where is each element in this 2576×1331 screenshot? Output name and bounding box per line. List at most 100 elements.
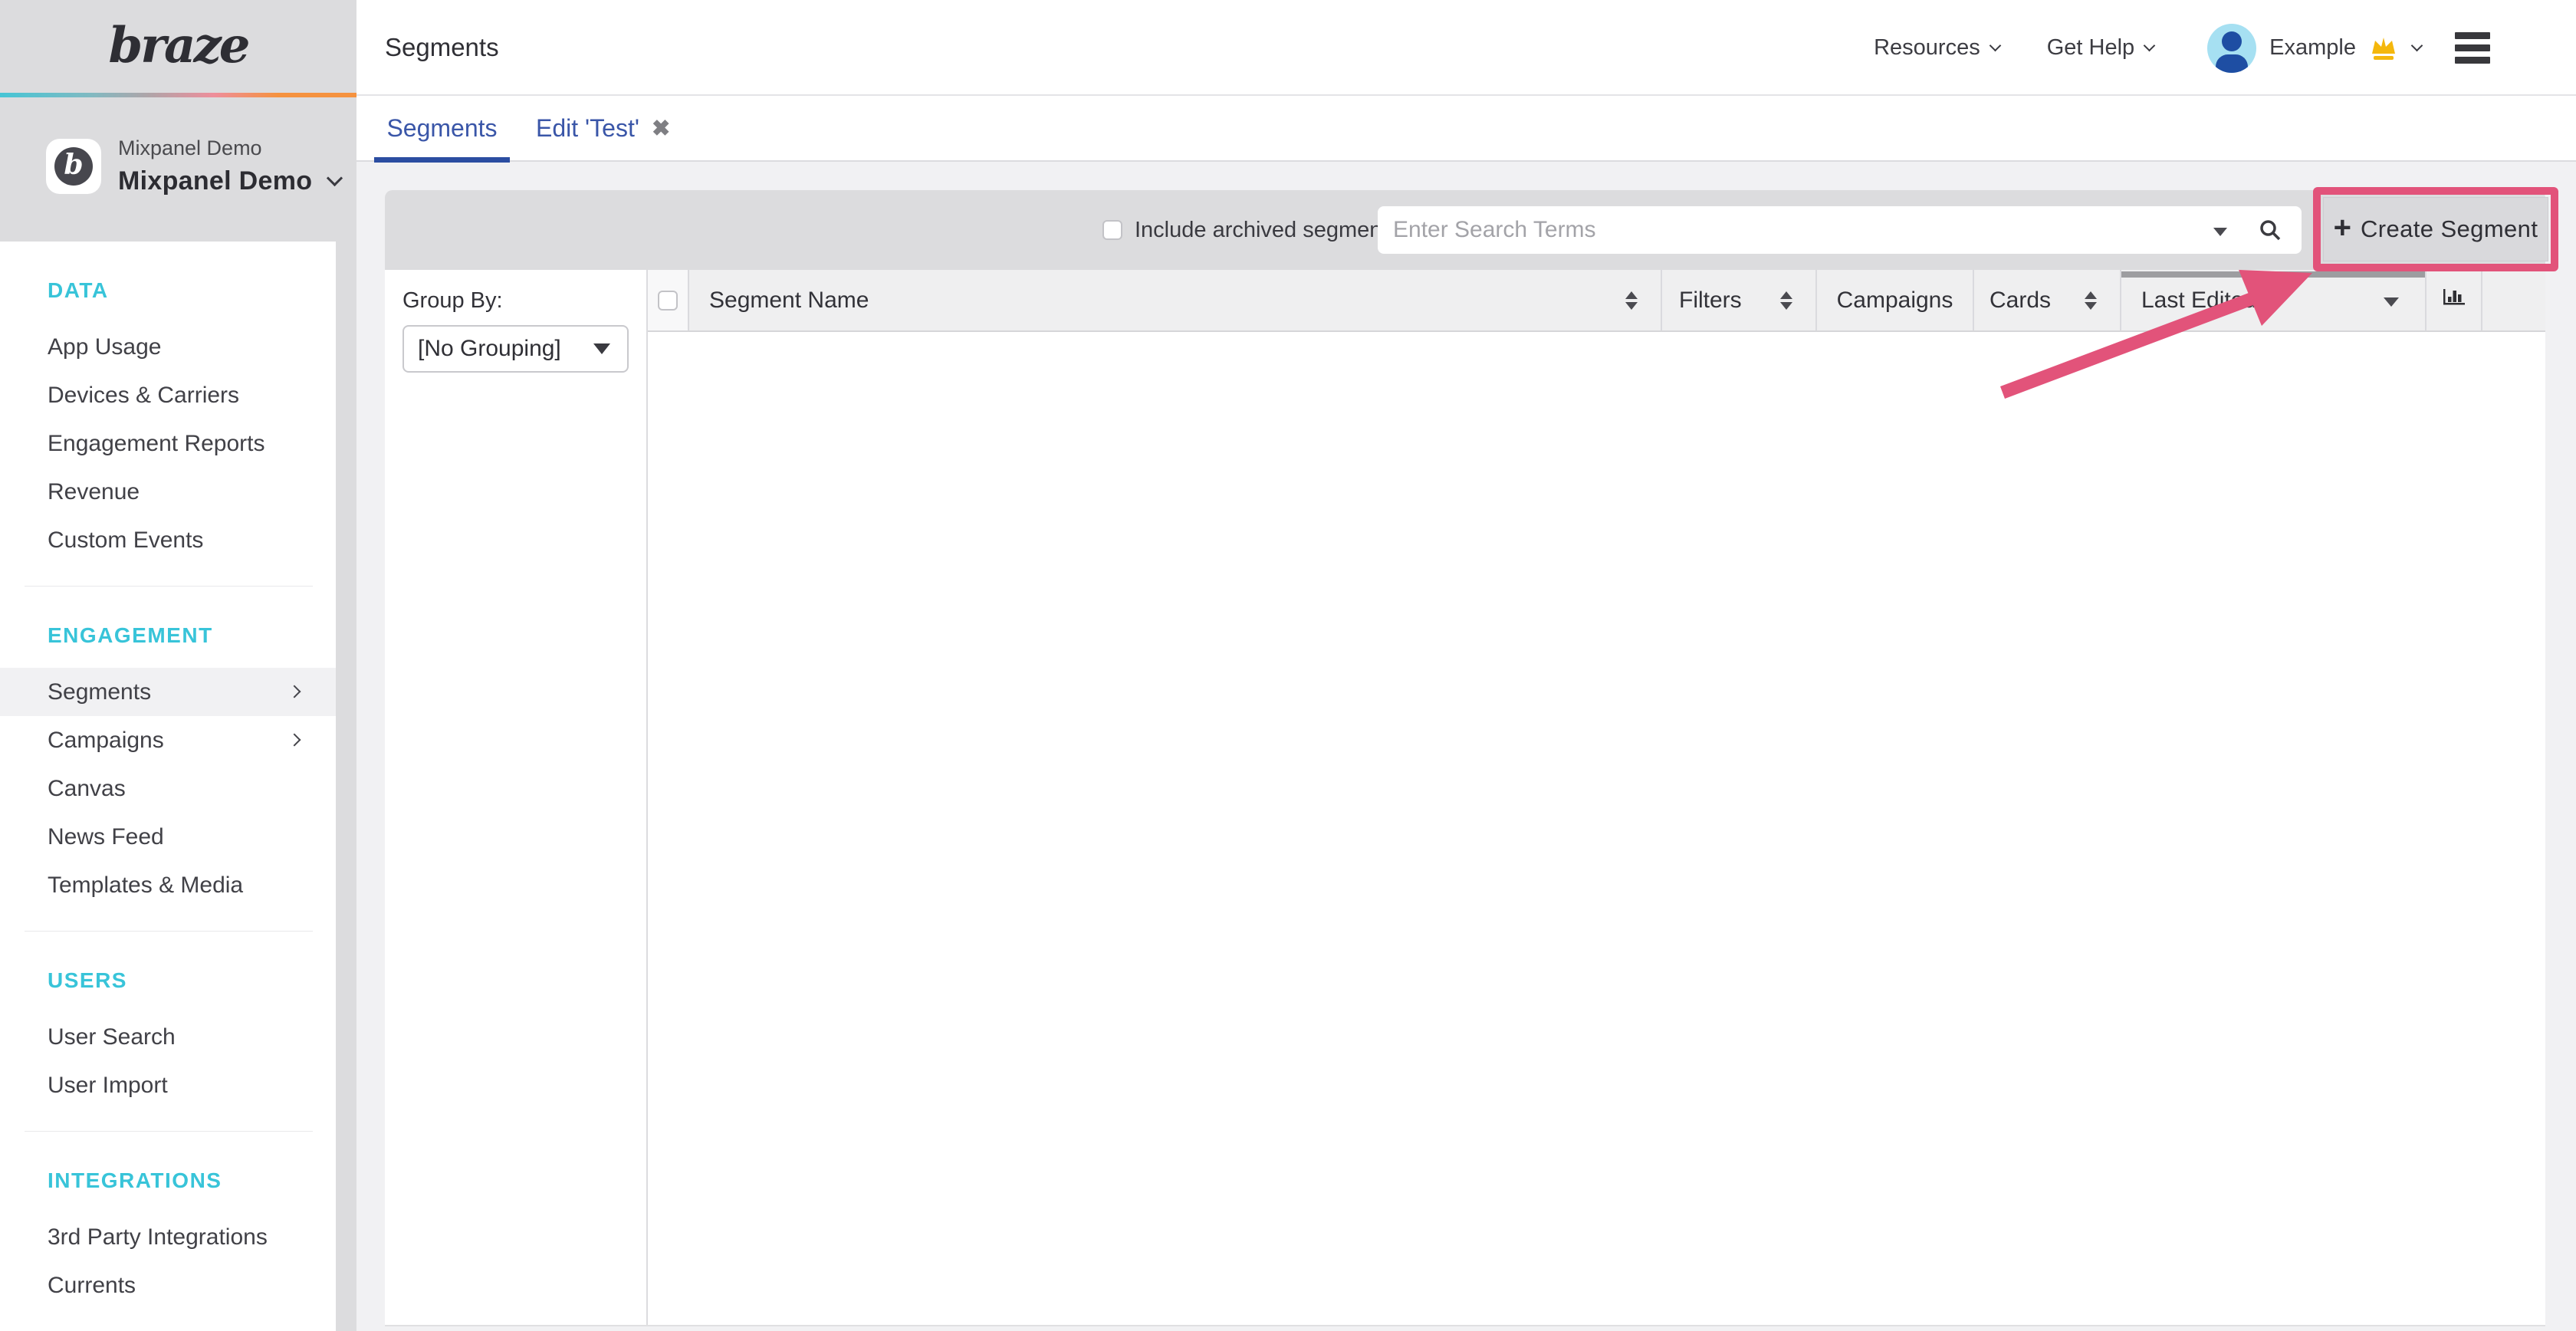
- close-tab-icon[interactable]: ✖: [652, 115, 670, 142]
- sidebar-item-user-import[interactable]: User Import: [0, 1061, 336, 1109]
- chevron-down-icon: [327, 170, 343, 186]
- column-label: Last Edited: [2141, 288, 2256, 314]
- column-segment-name[interactable]: Segment Name: [688, 270, 1661, 330]
- sidebar-item-campaigns[interactable]: Campaigns: [0, 716, 336, 764]
- user-avatar[interactable]: [2207, 24, 2256, 73]
- top-header: Segments Resources Get Help Example: [356, 0, 2576, 96]
- sidebar-item-news-feed[interactable]: News Feed: [0, 813, 336, 861]
- tab-bar: Segments Edit 'Test' ✖: [356, 96, 2576, 162]
- dropdown-caret-icon: [593, 343, 610, 354]
- resources-label: Resources: [1874, 35, 1980, 61]
- segments-card: Include archived segments + C: [385, 190, 2545, 1326]
- sidebar-header: braze b Mixpanel Demo Mixpanel Demo: [0, 0, 356, 242]
- hamburger-menu-icon[interactable]: [2455, 32, 2490, 64]
- chevron-down-icon: [2144, 40, 2156, 52]
- column-campaigns[interactable]: Campaigns: [1815, 270, 1973, 330]
- plus-icon: +: [2334, 211, 2351, 245]
- get-help-menu[interactable]: Get Help: [2047, 35, 2154, 61]
- sort-icon[interactable]: [1780, 291, 1792, 310]
- column-label: Segment Name: [709, 288, 869, 314]
- segments-toolbar: Include archived segments + C: [385, 190, 2545, 270]
- sidebar-nav: DATA App Usage Devices & Carriers Engage…: [0, 242, 336, 1310]
- sidebar-item-label: Campaigns: [48, 728, 164, 753]
- sidebar-item-segments[interactable]: Segments: [0, 668, 336, 716]
- sort-icon[interactable]: [2085, 291, 2097, 310]
- column-spacer: [2481, 270, 2545, 330]
- create-segment-button[interactable]: + Create Segment: [2323, 197, 2548, 261]
- table-region: Group By: [No Grouping] Segment Name: [385, 270, 2545, 1326]
- create-segment-highlight-box: + Create Segment: [2313, 187, 2558, 271]
- tab-segments[interactable]: Segments: [374, 95, 510, 161]
- get-help-label: Get Help: [2047, 35, 2134, 61]
- brand-gradient-divider: [0, 93, 356, 97]
- resources-menu[interactable]: Resources: [1874, 35, 1999, 61]
- chevron-right-icon: [288, 685, 301, 698]
- column-filters[interactable]: Filters: [1661, 270, 1815, 330]
- tab-edit-test[interactable]: Edit 'Test' ✖: [533, 95, 673, 161]
- group-by-value: [No Grouping]: [418, 336, 561, 362]
- section-title-integrations: INTEGRATIONS: [0, 1159, 336, 1202]
- sort-icon[interactable]: [1625, 291, 1638, 310]
- group-by-label: Group By:: [402, 288, 503, 314]
- bar-chart-icon: [2442, 288, 2466, 314]
- table-header-row: Segment Name Filters Campaigns Cards: [648, 270, 2545, 332]
- sidebar-item-currents[interactable]: Currents: [0, 1261, 336, 1310]
- section-title-data: DATA: [0, 269, 336, 312]
- column-analytics[interactable]: [2425, 270, 2481, 330]
- workspace-monogram: b: [54, 147, 93, 186]
- crown-icon: [2368, 35, 2399, 62]
- sidebar-item-label: Segments: [48, 679, 151, 705]
- sidebar-gutter: [336, 242, 356, 1331]
- chevron-down-icon: [1989, 40, 2001, 52]
- sidebar-item-templates-media[interactable]: Templates & Media: [0, 861, 336, 909]
- column-cards[interactable]: Cards: [1973, 270, 2120, 330]
- header-actions: Resources Get Help Example: [1874, 0, 2490, 96]
- workspace-icon: b: [46, 139, 101, 194]
- search-dropdown-caret-icon[interactable]: [2213, 228, 2227, 236]
- search-input[interactable]: [1393, 217, 2114, 243]
- chevron-right-icon: [288, 734, 301, 747]
- sidebar-item-3rd-party-integrations[interactable]: 3rd Party Integrations: [0, 1213, 336, 1261]
- avatar-person-icon: [2222, 31, 2242, 51]
- sidebar-item-user-search[interactable]: User Search: [0, 1013, 336, 1061]
- include-archived-toggle[interactable]: Include archived segments: [1102, 190, 1399, 270]
- column-active-strip: [2121, 271, 2425, 278]
- column-label: Campaigns: [1837, 288, 1953, 314]
- select-all-cell: [648, 270, 688, 330]
- sidebar-item-canvas[interactable]: Canvas: [0, 764, 336, 813]
- sidebar-item-app-usage[interactable]: App Usage: [0, 323, 336, 371]
- workspace-company: Mixpanel Demo: [118, 136, 340, 160]
- column-label: Cards: [1990, 288, 2051, 314]
- sidebar-item-custom-events[interactable]: Custom Events: [0, 516, 336, 564]
- workspace-texts: Mixpanel Demo Mixpanel Demo: [118, 136, 340, 196]
- include-archived-checkbox[interactable]: [1102, 220, 1122, 240]
- tab-label: Segments: [386, 114, 497, 143]
- sidebar-item-revenue[interactable]: Revenue: [0, 468, 336, 516]
- workspace-selector[interactable]: b Mixpanel Demo Mixpanel Demo: [46, 136, 340, 196]
- dropdown-caret-icon[interactable]: [2384, 297, 2399, 307]
- main-area: Segments Resources Get Help Example: [356, 0, 2576, 1331]
- column-last-edited[interactable]: Last Edited: [2120, 270, 2425, 330]
- section-title-engagement: ENGAGEMENT: [0, 614, 336, 657]
- create-segment-label: Create Segment: [2361, 215, 2538, 243]
- column-label: Filters: [1679, 288, 1742, 314]
- segment-search: [1378, 206, 2302, 254]
- active-tab-underline: [374, 157, 510, 163]
- chevron-down-icon[interactable]: [2411, 40, 2423, 52]
- select-all-checkbox[interactable]: [658, 291, 678, 311]
- sidebar: braze b Mixpanel Demo Mixpanel Demo DATA…: [0, 0, 356, 1331]
- section-title-users: USERS: [0, 959, 336, 1002]
- braze-logo: braze: [0, 0, 356, 74]
- group-by-panel: Group By: [No Grouping]: [385, 270, 648, 1325]
- group-by-select[interactable]: [No Grouping]: [402, 325, 629, 373]
- workspace-app-group: Mixpanel Demo: [118, 166, 312, 196]
- user-name: Example: [2269, 35, 2356, 61]
- segments-table: Segment Name Filters Campaigns Cards: [648, 270, 2545, 1325]
- content-area: Include archived segments + C: [356, 163, 2576, 1331]
- table-body-empty: [648, 332, 2545, 1325]
- sidebar-item-engagement-reports[interactable]: Engagement Reports: [0, 419, 336, 468]
- include-archived-label: Include archived segments: [1135, 218, 1399, 243]
- sidebar-item-devices-carriers[interactable]: Devices & Carriers: [0, 371, 336, 419]
- search-icon[interactable]: [2259, 219, 2282, 245]
- tab-label: Edit 'Test': [536, 114, 639, 143]
